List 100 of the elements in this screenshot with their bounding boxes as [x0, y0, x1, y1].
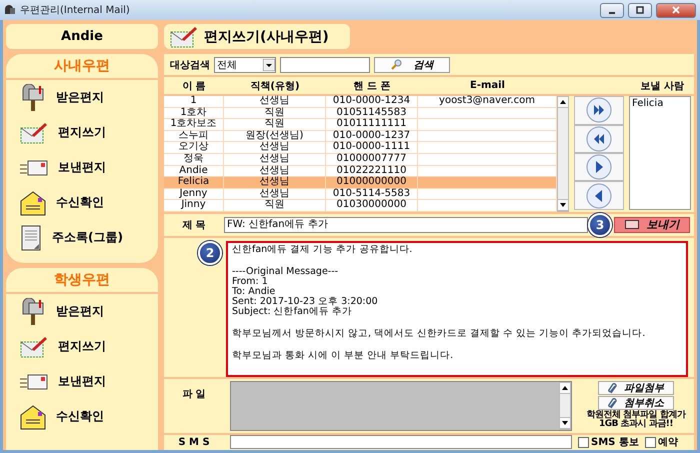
- table-row[interactable]: 1호차 직원 01051145583: [164, 108, 557, 120]
- table-cell: 직원: [224, 108, 326, 118]
- scroll-up-icon: [562, 386, 568, 390]
- table-cell: 선생님: [224, 177, 326, 188]
- dropdown-caret-icon: [263, 58, 275, 71]
- envelope-with-pen-icon: [170, 24, 198, 48]
- close-icon: [672, 6, 680, 14]
- subject-field[interactable]: FW: 신한fan에듀 추가: [224, 216, 588, 233]
- table-row[interactable]: 오기상 선생님 010-0000-1111: [164, 142, 557, 154]
- table-cell: 정욱: [164, 154, 224, 165]
- search-icon: [390, 59, 402, 70]
- nav-item[interactable]: 보낸편지: [6, 364, 158, 399]
- table-cell: 01000007777: [326, 154, 418, 165]
- file-label: 파 일: [181, 388, 207, 402]
- nav-item[interactable]: 편지쓰기: [6, 115, 158, 150]
- section-title: 학생우편: [6, 268, 158, 294]
- minimize-button[interactable]: [600, 2, 624, 18]
- table-cell: Jenny: [164, 188, 224, 200]
- search-field[interactable]: [280, 56, 370, 73]
- remove-all-button[interactable]: [574, 124, 624, 153]
- recipients-label: 보낼 사람: [640, 80, 684, 93]
- step-badge: 3: [588, 212, 612, 237]
- table-row[interactable]: 스누피 원장(선생님) 010-0000-1237: [164, 130, 557, 142]
- recipient-item[interactable]: Felicia: [632, 98, 688, 110]
- maximize-button[interactable]: [628, 2, 652, 18]
- table-cell: Jinny: [164, 200, 224, 211]
- table-cell: 선생님: [224, 154, 326, 165]
- add-all-button[interactable]: [574, 96, 624, 125]
- table-row[interactable]: Jenny 선생님 010-5114-5583: [164, 188, 557, 200]
- send-button[interactable]: 보내기: [614, 216, 690, 233]
- scroll-down-icon: [560, 202, 566, 207]
- paperclip-icon: [608, 382, 618, 394]
- nav-item[interactable]: 받은편지: [6, 294, 158, 329]
- table-cell: 선생님: [224, 188, 326, 200]
- table-cell: 직원: [224, 200, 326, 211]
- table-cell: 선생님: [224, 96, 326, 107]
- nav-item[interactable]: 수신확인: [6, 185, 158, 220]
- table-row[interactable]: Jinny 직원 01030000000: [164, 200, 557, 212]
- table-row[interactable]: 정욱 선생님 01000007777: [164, 154, 557, 166]
- nav-item[interactable]: 편지쓰기: [6, 329, 158, 364]
- table-cell: 01051145583: [326, 108, 418, 118]
- table-cell: 선생님: [224, 142, 326, 153]
- document-icon: [20, 224, 42, 250]
- search-button[interactable]: 검색: [374, 56, 450, 73]
- envelope-icon: [20, 372, 48, 390]
- column-header: 핸 드 폰: [352, 80, 392, 94]
- search-label: 대상검색: [170, 58, 210, 72]
- letter-receipt-icon: [20, 190, 46, 216]
- table-cell: 010-0000-1234: [326, 96, 418, 107]
- nav-item[interactable]: 보낸편지: [6, 150, 158, 185]
- envelope-icon: [20, 158, 48, 176]
- nav-item[interactable]: 받은편지: [6, 80, 158, 115]
- attachment-notice: 학원전체 첨부파일 합계가 1GB 초과시 과금!!: [586, 410, 687, 429]
- table-cell: 1호차보조: [164, 119, 224, 130]
- column-header: 직책(유형): [249, 80, 301, 94]
- nav-item[interactable]: 주소록(그룹): [6, 220, 158, 255]
- table-cell: Andie: [164, 166, 224, 176]
- attach-button[interactable]: 첨부취소: [598, 396, 674, 410]
- add-button[interactable]: [574, 153, 624, 182]
- envelope-with-pen-icon: [20, 120, 48, 144]
- window-title: 우편관리(Internal Mail): [20, 4, 131, 17]
- page-title: 편지쓰기(사내우편): [204, 28, 329, 46]
- close-button[interactable]: [656, 2, 696, 18]
- checkbox[interactable]: 예약: [644, 435, 678, 450]
- message-line: ----Original Message---: [232, 266, 340, 277]
- table-row[interactable]: Andie 선생님 01022221110: [164, 166, 557, 178]
- table-row[interactable]: Felicia 선생님 01000000000: [164, 177, 557, 189]
- attach-button[interactable]: 파일첨부: [598, 380, 674, 395]
- message-field[interactable]: 신한fan에듀 결제 기능 추가 공유합니다. ----Original Message--- From: 1 To: Andie Sent: 2017-10-23 오후 3:20:00 Subject: 신한fan에듀 추가 학부모님께서 방문하시지 않고, 댁에서도 신한카드로 결제할 수 있는 기능이 추가되었습니다. 학부모님과 통화 시에 이 부분 안내 부탁드립니다.: [226, 240, 688, 377]
- message-line: From: 1: [232, 276, 268, 287]
- table-cell: 010-0000-1237: [326, 130, 418, 142]
- message-line: To: Andie: [232, 286, 276, 297]
- table-row[interactable]: 1 선생님 010-0000-1234 yoost3@naver.com: [164, 96, 557, 108]
- sms-label: S M S: [177, 436, 211, 448]
- subject-label: 제 목: [181, 218, 207, 232]
- table-cell: 1: [164, 96, 224, 107]
- step-badge: 2: [198, 240, 222, 265]
- checkbox[interactable]: SMS 통보: [578, 435, 639, 450]
- message-line: 학부모님께서 방문하시지 않고, 댁에서도 신한카드로 결제할 수 있는 기능이 추가되었습니다.: [232, 328, 646, 339]
- table-cell: 스누피: [164, 130, 224, 142]
- table-cell: 010-0000-1111: [326, 142, 418, 153]
- table-cell: 원장(선생님): [224, 130, 326, 142]
- table-cell: 선생님: [224, 166, 326, 176]
- table-row[interactable]: 1호차보조 직원 01011111111: [164, 119, 557, 131]
- message-line: Sent: 2017-10-23 오후 3:20:00: [232, 296, 379, 307]
- message-line: 신한fan에듀 결제 기능 추가 공유합니다.: [232, 244, 414, 255]
- column-header: 이 름: [181, 80, 207, 94]
- message-line: 학부모님과 통화 시에 이 부분 안내 부탁드립니다.: [232, 350, 454, 361]
- table-cell: 01030000000: [326, 200, 418, 211]
- table-cell: 01000000000: [326, 177, 418, 188]
- remove-button[interactable]: [574, 181, 624, 210]
- nav-item[interactable]: 수신확인: [6, 399, 158, 434]
- table-cell: 직원: [224, 119, 326, 130]
- table-cell: 1호차: [164, 108, 224, 118]
- envelope-with-pen-icon: [20, 334, 48, 358]
- table-cell: 01022221110: [326, 166, 418, 176]
- sms-field[interactable]: [230, 435, 572, 450]
- target-dropdown[interactable]: 전체: [214, 56, 276, 73]
- table-cell: 01011111111: [326, 119, 418, 130]
- table-cell: Felicia: [164, 177, 224, 188]
